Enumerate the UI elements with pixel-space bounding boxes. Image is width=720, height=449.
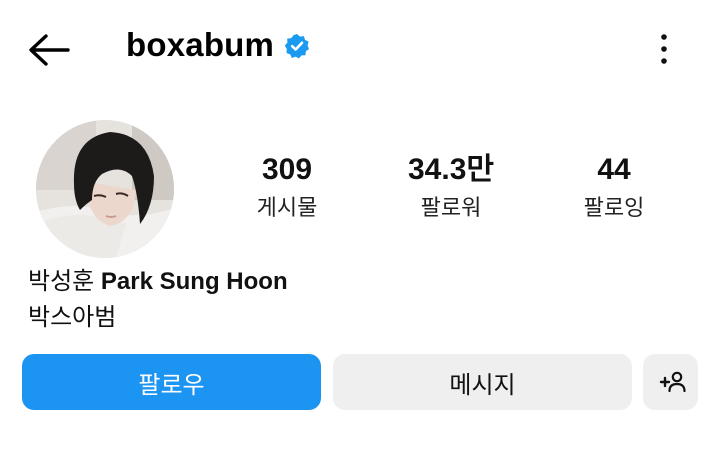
top-bar: boxabum: [0, 0, 720, 100]
message-button[interactable]: 메시지: [333, 354, 632, 410]
follow-button-label: 팔로우: [138, 371, 205, 399]
suggest-users-button[interactable]: [643, 354, 698, 410]
more-options-button[interactable]: [650, 32, 678, 66]
followers-label: 팔로워: [420, 195, 482, 220]
stat-posts[interactable]: 309 게시물: [217, 152, 357, 222]
add-user-icon: [659, 371, 686, 393]
followers-count: 34.3만: [408, 153, 494, 186]
posts-label: 게시물: [256, 195, 318, 220]
following-label: 팔로잉: [583, 195, 645, 220]
profile-photo: [36, 120, 174, 258]
posts-count: 309: [261, 153, 313, 186]
stat-following[interactable]: 44 팔로잉: [544, 152, 684, 222]
name-latin: Park Sung Hoon: [100, 268, 288, 295]
username-header: boxabum: [126, 26, 310, 64]
stat-followers[interactable]: 34.3만 팔로워: [381, 152, 521, 222]
profile-bio: 박스아범: [28, 304, 117, 331]
back-button[interactable]: [26, 30, 72, 70]
avatar[interactable]: [36, 120, 174, 258]
following-count: 44: [597, 153, 631, 186]
more-vertical-icon: [661, 34, 667, 64]
follow-button[interactable]: 팔로우: [22, 354, 321, 410]
message-button-label: 메시지: [449, 371, 516, 399]
verified-badge-icon: [284, 34, 310, 59]
profile-full-name: 박성훈 Park Sung Hoon: [28, 266, 288, 298]
name-korean: 박성훈: [28, 268, 95, 295]
username: boxabum: [126, 26, 275, 63]
arrow-left-icon: [29, 34, 70, 66]
